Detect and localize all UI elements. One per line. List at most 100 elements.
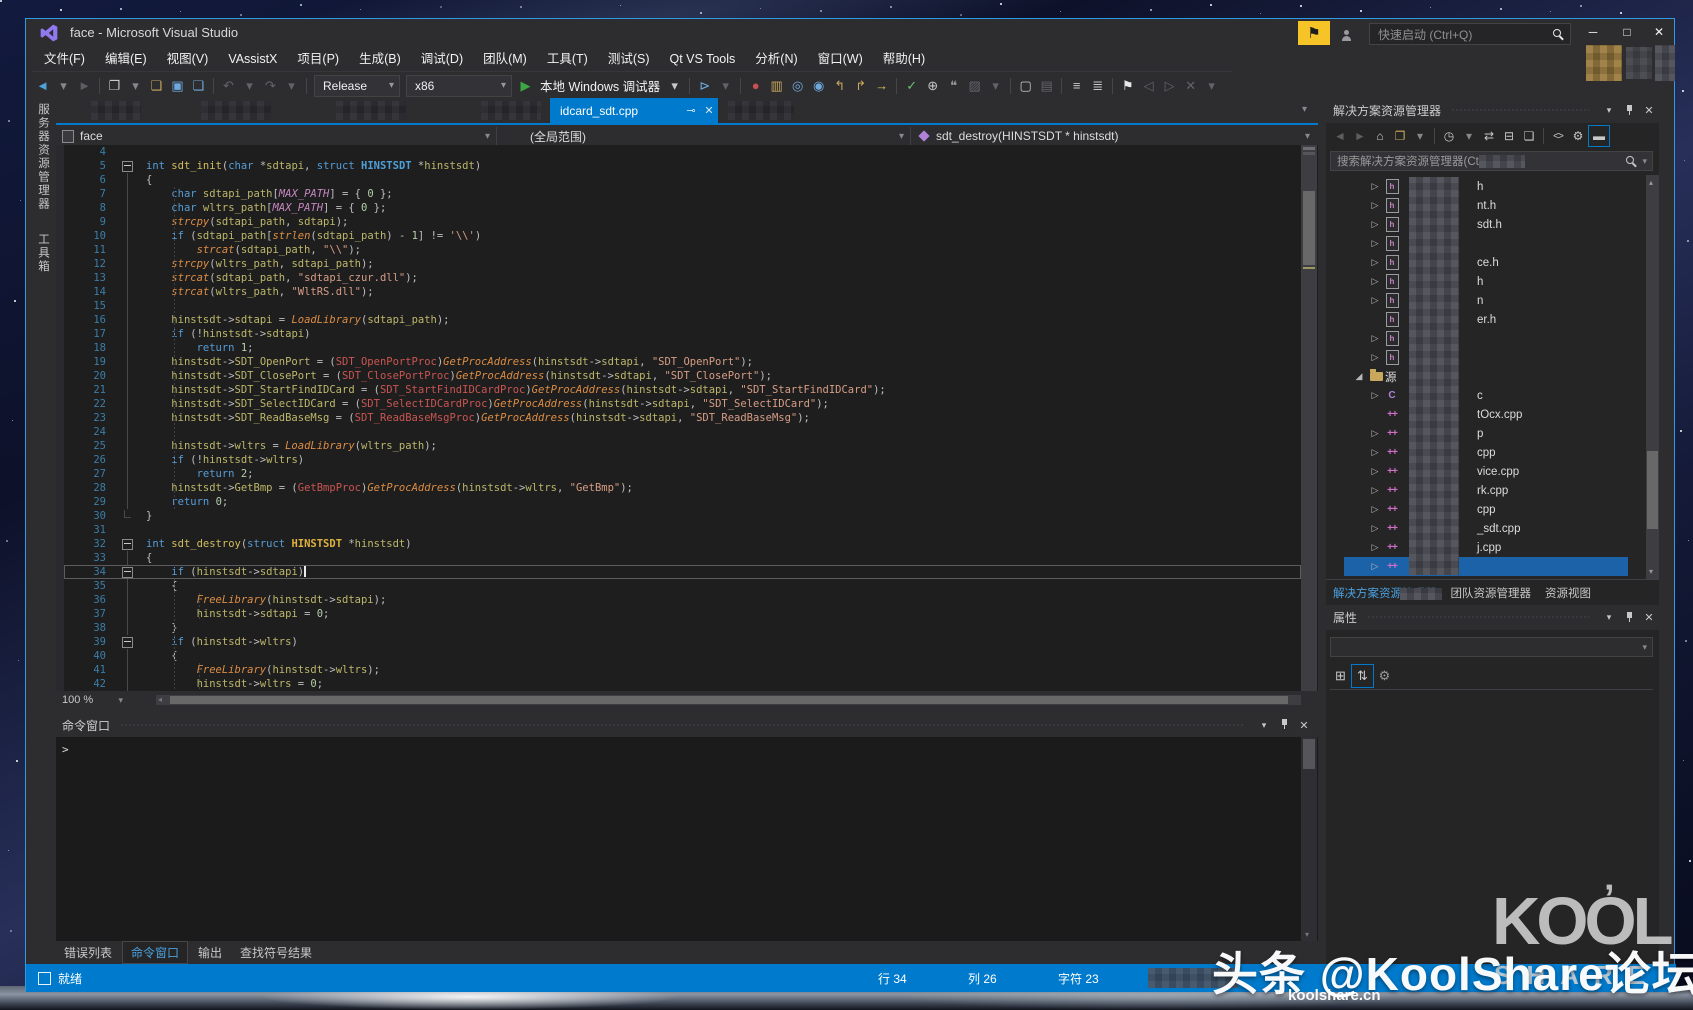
code-line-22[interactable]: 22 hinstsdt->SDT_SelectIDCard = (SDT_Sel… xyxy=(64,397,1301,411)
switch-views-dropdown-icon[interactable]: ▾ xyxy=(1410,126,1430,146)
expand-arrow-icon[interactable]: ▷ xyxy=(1367,352,1383,363)
editor-horizontal-scrollbar[interactable]: ◂ xyxy=(156,695,1301,705)
tree-item[interactable]: ▷Cc xyxy=(1326,386,1646,405)
expand-arrow-icon[interactable]: ◢ xyxy=(1351,371,1367,382)
code-line-33[interactable]: 33{ xyxy=(64,551,1301,565)
yellow-flag-button[interactable]: ⚑ xyxy=(1298,21,1330,45)
maximize-button[interactable]: □ xyxy=(1611,19,1643,45)
code-line-13[interactable]: 13 strcat(sdtapi_path, "sdtapi_czur.dll"… xyxy=(64,271,1301,285)
tree-item[interactable]: ▷++rk.cpp xyxy=(1326,481,1646,500)
run-to-cursor-icon[interactable]: → xyxy=(871,75,892,97)
code-line-6[interactable]: 6{ xyxy=(64,173,1301,187)
new-file-icon[interactable]: ❐ xyxy=(104,75,125,97)
solution-explorer-search-input[interactable]: 搜索解决方案资源管理器(Ctrl+;) ▾ xyxy=(1330,151,1653,171)
tab-overflow-icon[interactable]: ▾ xyxy=(1302,104,1307,115)
categorized-icon[interactable]: ⊞ xyxy=(1330,665,1351,687)
nav-back-icon[interactable]: ◄ xyxy=(32,75,53,97)
scroll-left-arrow-icon[interactable]: ◂ xyxy=(158,697,162,703)
tree-item[interactable]: ◢源 xyxy=(1326,367,1646,386)
expand-arrow-icon[interactable]: ▷ xyxy=(1367,295,1383,306)
menu-item-工具(T)[interactable]: 工具(T) xyxy=(537,47,598,71)
sidebar-tab-server-explorer[interactable]: 服务器资源管理器 xyxy=(35,103,51,211)
code-line-12[interactable]: 12 strcpy(wltrs_path, sdtapi_path); xyxy=(64,257,1301,271)
expand-arrow-icon[interactable]: ▷ xyxy=(1367,219,1383,230)
menu-item-调试(D)[interactable]: 调试(D) xyxy=(411,47,473,71)
minimize-button[interactable]: ─ xyxy=(1577,19,1609,45)
command-window-header[interactable]: 命令窗口 ▾ ✕ xyxy=(56,713,1318,737)
bottom-tab-错误列表[interactable]: 错误列表 xyxy=(56,942,120,963)
tree-item[interactable]: ++tOcx.cpp xyxy=(1326,405,1646,424)
code-line-14[interactable]: 14 strcat(wltrs_path, "WltRS.dll"); xyxy=(64,285,1301,299)
tree-item[interactable]: ▷h xyxy=(1326,234,1646,253)
tree-item[interactable]: ▷hce.h xyxy=(1326,253,1646,272)
menu-item-编辑(E)[interactable]: 编辑(E) xyxy=(95,47,157,71)
sync-selection-icon[interactable]: ⇄ xyxy=(1479,126,1499,146)
display-options-icon[interactable]: ▨ xyxy=(964,75,985,97)
pin-tab-icon[interactable]: ⊸ xyxy=(682,104,700,117)
close-button[interactable]: ✕ xyxy=(1643,19,1675,45)
copy-path-icon[interactable]: ❏ xyxy=(1519,126,1539,146)
code-line-40[interactable]: 40 { xyxy=(64,649,1301,663)
code-line-41[interactable]: 41 FreeLibrary(hinstsdt->wltrs); xyxy=(64,663,1301,677)
panel-tab-资源视图[interactable]: 资源视图 xyxy=(1538,585,1598,601)
tree-item[interactable]: ▷++p xyxy=(1326,424,1646,443)
code-line-31[interactable]: 31 xyxy=(64,523,1301,537)
menu-item-生成(B)[interactable]: 生成(B) xyxy=(349,47,411,71)
window-position-dropdown-icon[interactable]: ▾ xyxy=(1599,612,1619,623)
code-line-30[interactable]: 30} xyxy=(64,509,1301,523)
code-line-9[interactable]: 9 strcpy(sdtapi_path, sdtapi); xyxy=(64,215,1301,229)
menu-item-窗口(W)[interactable]: 窗口(W) xyxy=(808,47,873,71)
symbol-dropdown[interactable]: sdt_destroy(HINSTSDT * hinstsdt) ▾ xyxy=(912,127,1316,145)
pin-icon[interactable] xyxy=(1274,718,1294,732)
attach-process-icon[interactable]: ⊳ xyxy=(694,75,715,97)
tree-item[interactable]: ▷h xyxy=(1326,329,1646,348)
code-line-27[interactable]: 27 return 2; xyxy=(64,467,1301,481)
expand-arrow-icon[interactable]: ▷ xyxy=(1367,523,1383,534)
project-dropdown[interactable]: face ▾ xyxy=(56,127,497,145)
tab-idcard-sdt-cpp[interactable]: idcard_sdt.cpp ⊸ ✕ xyxy=(550,98,718,123)
tree-item[interactable]: ▷hnt.h xyxy=(1326,196,1646,215)
code-line-37[interactable]: 37 hinstsdt->sdtapi = 0; xyxy=(64,607,1301,621)
tree-scrollbar-thumb[interactable] xyxy=(1647,451,1658,529)
code-line-16[interactable]: 16 hinstsdt->sdtapi = LoadLibrary(sdtapi… xyxy=(64,313,1301,327)
expand-arrow-icon[interactable]: ▷ xyxy=(1367,485,1383,496)
editor-scrollbar-thumb[interactable] xyxy=(1303,191,1315,265)
code-line-28[interactable]: 28 hinstsdt->GetBmp = (GetBmpProc)GetPro… xyxy=(64,481,1301,495)
select-block-icon[interactable]: ▢ xyxy=(1015,75,1036,97)
expand-arrow-icon[interactable]: ▷ xyxy=(1367,561,1383,572)
tree-item[interactable]: ▷hn xyxy=(1326,291,1646,310)
bookmark-icon[interactable]: ⚑ xyxy=(1117,75,1138,97)
close-tab-icon[interactable]: ✕ xyxy=(700,104,718,117)
open-file-icon[interactable]: ❏ xyxy=(146,75,167,97)
close-panel-icon[interactable]: ✕ xyxy=(1294,719,1314,732)
copy-block-icon[interactable]: ▤ xyxy=(1036,75,1057,97)
goto-prev-icon[interactable]: ↰ xyxy=(829,75,850,97)
bookmarks-dropdown-icon[interactable]: ▾ xyxy=(1201,75,1222,97)
scroll-down-arrow-icon[interactable]: ▾ xyxy=(1649,567,1653,576)
tree-vertical-scrollbar[interactable]: ▴ ▾ xyxy=(1646,175,1659,579)
configuration-select[interactable]: Release▾ xyxy=(314,75,400,97)
tree-item-selected[interactable]: ▷++ xyxy=(1326,557,1646,576)
debug-dropdown-icon[interactable]: ▾ xyxy=(664,75,685,97)
alphabetical-icon[interactable]: ⇅ xyxy=(1351,664,1374,688)
code-line-23[interactable]: 23 hinstsdt->SDT_ReadBaseMsg = (SDT_Read… xyxy=(64,411,1301,425)
window-position-dropdown-icon[interactable]: ▾ xyxy=(1599,105,1619,116)
vertical-splitter[interactable] xyxy=(1318,98,1326,964)
hscroll-thumb[interactable] xyxy=(170,696,1288,704)
close-panel-icon[interactable]: ✕ xyxy=(1639,611,1659,624)
save-icon[interactable]: ▣ xyxy=(167,75,188,97)
censored-tab[interactable] xyxy=(201,101,271,120)
censored-tab[interactable] xyxy=(91,101,141,120)
command-window-content[interactable]: > ▾ xyxy=(56,737,1318,941)
menu-item-文件(F)[interactable]: 文件(F) xyxy=(34,47,95,71)
code-line-39[interactable]: 39 if (hinstsdt->wltrs) xyxy=(64,635,1301,649)
redo-icon[interactable]: ↷ xyxy=(260,75,281,97)
code-line-7[interactable]: 7 char sdtapi_path[MAX_PATH] = { 0 }; xyxy=(64,187,1301,201)
find-icon[interactable]: ◎ xyxy=(787,75,808,97)
nav-forward-icon[interactable]: ► xyxy=(74,75,95,97)
add-user-icon[interactable]: ⊕ xyxy=(922,75,943,97)
breakpoint-icon[interactable]: ● xyxy=(745,75,766,97)
menu-item-视图(V)[interactable]: 视图(V) xyxy=(157,47,219,71)
panel-tab-解决方案资源管理器[interactable]: 解决方案资源管理器 xyxy=(1326,585,1444,601)
code-line-34[interactable]: 34 if (hinstsdt->sdtapi) xyxy=(64,565,1301,579)
